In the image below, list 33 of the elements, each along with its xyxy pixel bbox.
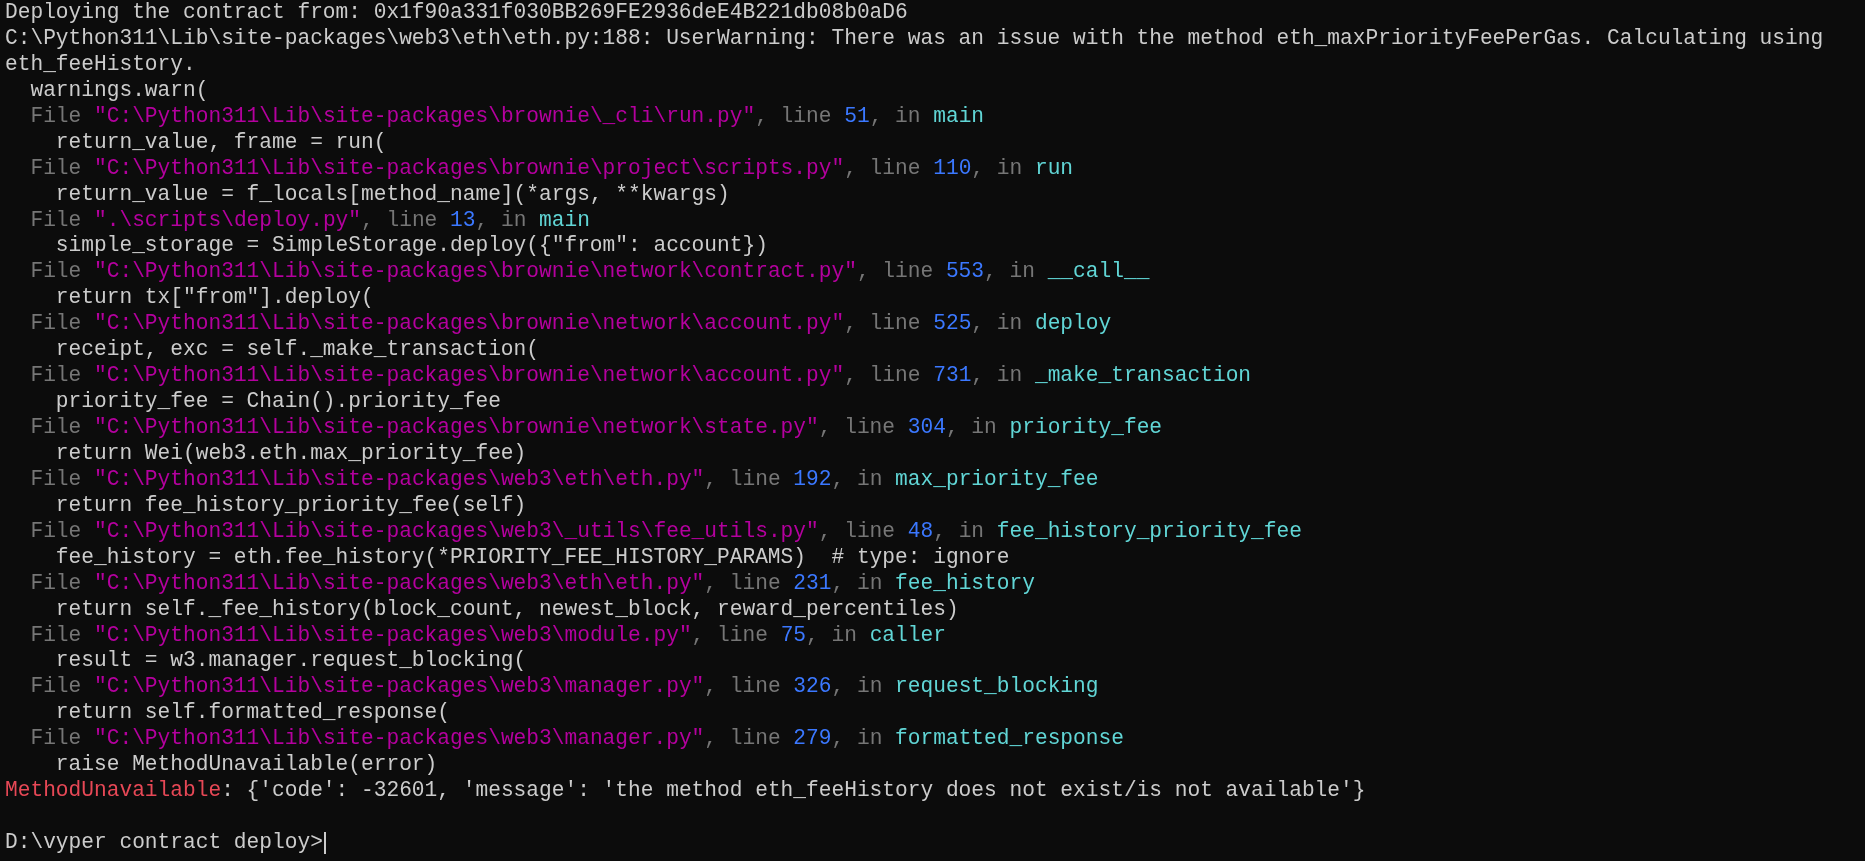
terminal-line: simple_storage = SimpleStorage.deploy({"from": account}) [54,233,768,260]
terminal-line: return tx["from"].deploy( [54,285,374,312]
terminal-line: return_value, frame = run( [54,129,387,156]
terminal-line: File "C:\Python311\Lib\site-packages\brownie\network\contract.py", line 553, in __call__ [29,259,1150,286]
terminal-line: File "C:\Python311\Lib\site-packages\brownie\project\scripts.py", line 110, in run [29,155,1074,182]
terminal-line: return fee_history_priority_fee(self) [54,492,527,519]
terminal-line: return self.formatted_response( [54,700,450,727]
terminal-line: File "C:\Python311\Lib\site-packages\brownie\network\account.py", line 731, in _make_transaction [29,363,1252,390]
terminal-line: fee_history = eth.fee_history(*PRIORITY_FEE_HISTORY_PARAMS) # type: ignore [54,544,1010,571]
terminal-line: File "C:\Python311\Lib\site-packages\web3\module.py", line 75, in caller [29,622,946,649]
terminal-line: File "C:\Python311\Lib\site-packages\web3\_utils\fee_utils.py", line 48, in fee_history_priority_fee [29,518,1302,545]
terminal-line: receipt, exc = self._make_transaction( [54,337,539,364]
terminal-line: return self._fee_history(block_count, newest_block, reward_percentiles) [54,596,959,623]
terminal-line: eth_feeHistory. [5,51,196,78]
terminal-line: return_value = f_locals[method_name](*args, **kwargs) [54,181,730,208]
terminal-line: raise MethodUnavailable(error) [54,752,438,779]
terminal-line: MethodUnavailable: {'code': -32601, 'message': 'the method eth_feeHistory does not exist/is not available'} [5,778,1366,805]
text-cursor [323,831,326,854]
terminal-line: priority_fee = Chain().priority_fee [54,389,501,415]
terminal-line: File ".\scripts\deploy.py", line 13, in main [29,207,590,234]
command-prompt[interactable]: D:\vyper contract deploy> [5,830,323,856]
terminal-line: File "C:\Python311\Lib\site-packages\web3\manager.py", line 279, in formatted_response [29,726,1124,753]
terminal-line: File "C:\Python311\Lib\site-packages\web3\eth\eth.py", line 192, in max_priority_fee [29,466,1099,493]
terminal-line: File "C:\Python311\Lib\site-packages\brownie\network\state.py", line 304, in priority_fee [29,415,1163,441]
terminal-line: File "C:\Python311\Lib\site-packages\brownie\_cli\run.py", line 51, in main [29,103,985,130]
terminal-line: C:\Python311\Lib\site-packages\web3\eth\eth.py:188: UserWarning: There was an issue with the method eth_maxPriorityFeePerGas. Calculating using [5,25,1824,52]
terminal-line: File "C:\Python311\Lib\site-packages\brownie\network\account.py", line 525, in deploy [29,311,1112,338]
terminal-line: File "C:\Python311\Lib\site-packages\web3\manager.py", line 326, in request_blocking [29,674,1099,701]
terminal-line: File "C:\Python311\Lib\site-packages\web3\eth\eth.py", line 231, in fee_history [29,570,1035,597]
terminal-line: Deploying the contract from: 0x1f90a331f030BB269FE2936deE4B221db08b0aD6 [5,0,908,26]
terminal-line: result = w3.manager.request_blocking( [54,648,527,675]
terminal-line: return Wei(web3.eth.max_priority_fee) [54,440,527,467]
terminal-line: warnings.warn( [29,77,209,104]
